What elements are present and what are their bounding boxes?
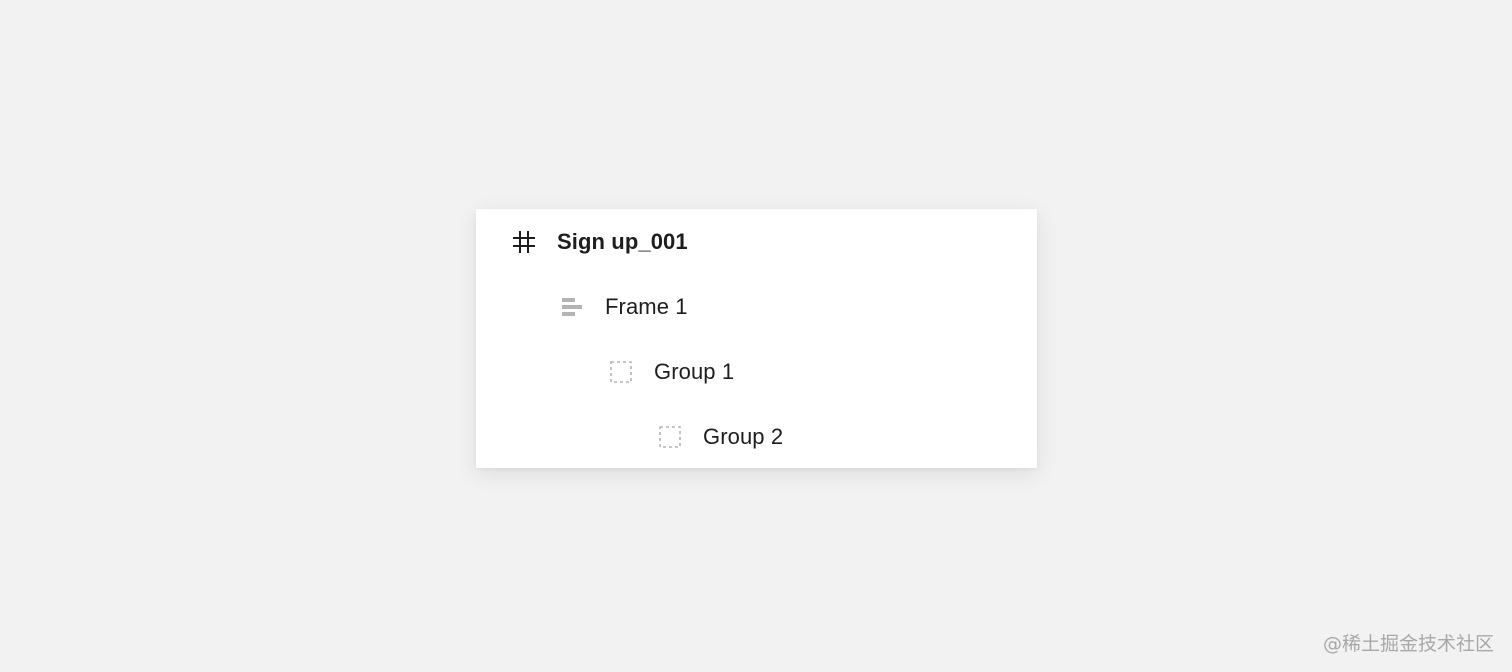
frame-hash-icon [511, 229, 537, 255]
watermark: @稀土掘金技术社区 [1322, 633, 1494, 655]
layer-row-frame-1[interactable]: Frame 1 [476, 274, 1037, 339]
layers-panel: Sign up_001 Frame 1 Group 1 Group 2 [476, 209, 1037, 468]
layer-row-group-2[interactable]: Group 2 [476, 404, 1037, 469]
group-dashed-icon [657, 424, 683, 450]
layer-label: Frame 1 [605, 293, 688, 319]
layer-row-sign-up-001[interactable]: Sign up_001 [476, 209, 1037, 274]
auto-layout-icon [559, 294, 585, 320]
layer-label: Group 2 [703, 423, 784, 449]
group-dashed-icon [608, 359, 634, 385]
layer-label: Sign up_001 [557, 228, 688, 254]
layer-label: Group 1 [654, 358, 735, 384]
layer-row-group-1[interactable]: Group 1 [476, 339, 1037, 404]
